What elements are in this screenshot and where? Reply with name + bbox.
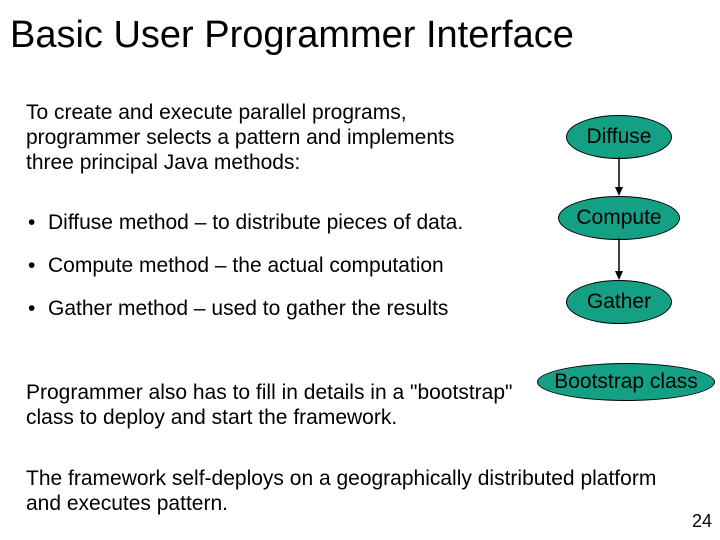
slide-title: Basic User Programmer Interface — [10, 14, 574, 57]
gather-label: Gather — [587, 290, 651, 314]
bootstrap-paragraph: Programmer also has to fill in details i… — [26, 380, 526, 430]
compute-ellipse: Compute — [558, 196, 680, 240]
slide: Basic User Programmer Interface To creat… — [0, 0, 720, 540]
bootstrap-ellipse: Bootstrap class — [537, 363, 715, 401]
bullet-item: Gather method – used to gather the resul… — [26, 296, 496, 321]
bootstrap-label: Bootstrap class — [554, 370, 698, 394]
diffuse-label: Diffuse — [587, 125, 652, 149]
arrow-diffuse-compute-icon — [614, 157, 624, 197]
page-number: 24 — [692, 511, 712, 532]
bullet-list: Diffuse method – to distribute pieces of… — [26, 210, 496, 340]
gather-ellipse: Gather — [566, 280, 672, 324]
intro-paragraph: To create and execute parallel programs,… — [26, 100, 486, 176]
framework-paragraph: The framework self-deploys on a geograph… — [26, 466, 676, 516]
bullet-item: Diffuse method – to distribute pieces of… — [26, 210, 496, 235]
diffuse-ellipse: Diffuse — [566, 115, 672, 159]
arrow-compute-gather-icon — [614, 238, 624, 281]
compute-label: Compute — [576, 206, 661, 230]
bullet-item: Compute method – the actual computation — [26, 253, 496, 278]
